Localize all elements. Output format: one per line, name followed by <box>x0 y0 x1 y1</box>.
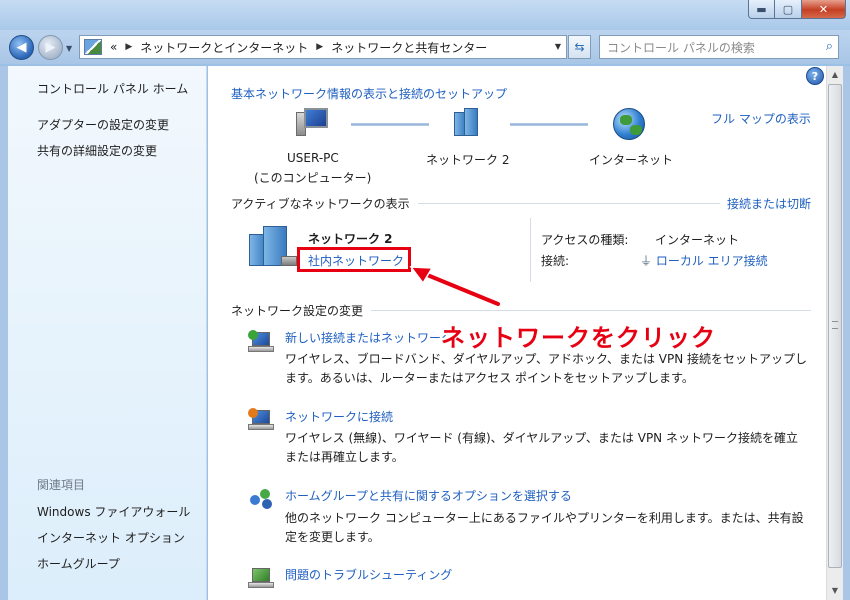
scroll-up-icon[interactable]: ▲ <box>827 66 843 83</box>
sidebar: コントロール パネル ホーム アダプターの設定の変更 共有の詳細設定の変更 関連… <box>8 66 207 600</box>
computer-icon <box>296 108 330 138</box>
network-icon <box>249 226 299 268</box>
chevron-right-icon[interactable]: ▶ <box>316 42 323 52</box>
network-name-map: ネットワーク 2 <box>426 153 510 167</box>
pc-sub: (このコンピューター) <box>254 171 372 185</box>
sidebar-item-homegroup[interactable]: ホームグループ <box>37 555 120 572</box>
divider <box>530 218 531 282</box>
new-connection-icon <box>248 330 274 354</box>
internet-label: インターネット <box>589 153 674 167</box>
sidebar-item-advanced-sharing[interactable]: 共有の詳細設定の変更 <box>37 142 157 159</box>
scroll-down-icon[interactable]: ▼ <box>827 582 843 599</box>
breadcrumb-network-internet[interactable]: ネットワークとインターネット <box>140 39 308 56</box>
arrow-right-icon: ▶ <box>45 40 56 55</box>
ethernet-plug-icon: ⏚ <box>640 254 653 268</box>
help-icon[interactable]: ? <box>806 67 824 85</box>
change-settings-heading: ネットワーク設定の変更 <box>231 304 364 318</box>
close-button[interactable]: ✕ <box>802 0 846 19</box>
window-border-right <box>843 66 850 600</box>
sidebar-item-firewall[interactable]: Windows ファイアウォール <box>37 503 190 520</box>
search-placeholder: コントロール パネルの検索 <box>607 40 755 55</box>
address-bar[interactable]: « ▶ ネットワークとインターネット ▶ ネットワークと共有センター ▼ <box>79 35 567 59</box>
highlight-box <box>297 247 411 272</box>
sidebar-item-adapter-settings[interactable]: アダプターの設定の変更 <box>37 116 169 133</box>
task-new-connection-link[interactable]: 新しい接続またはネットワーク <box>285 329 453 346</box>
task-homegroup-desc: 他のネットワーク コンピューター上にあるファイルやプリンターを利用します。または… <box>285 511 804 544</box>
page-title: 基本ネットワーク情報の表示と接続のセットアップ <box>231 87 508 101</box>
window-controls: ▬ ▢ ✕ <box>748 0 846 19</box>
network-icon <box>452 108 482 138</box>
homegroup-icon <box>248 487 274 511</box>
task-homegroup-link[interactable]: ホームグループと共有に関するオプションを選択する <box>285 487 572 504</box>
pc-name: USER-PC <box>287 151 339 165</box>
troubleshoot-icon <box>248 566 274 590</box>
breadcrumb-sharing-center[interactable]: ネットワークと共有センター <box>331 39 487 56</box>
breadcrumb: « ▶ ネットワークとインターネット ▶ ネットワークと共有センター <box>110 39 487 56</box>
connection-line <box>510 123 588 126</box>
search-icon[interactable]: ⌕ <box>826 39 833 54</box>
connection-line <box>351 123 429 126</box>
active-network-heading: アクティブなネットワークの表示 <box>231 197 410 211</box>
task-new-connection-desc: ワイヤレス、ブロードバンド、ダイヤルアップ、アドホック、または VPN 接続をセ… <box>285 352 808 385</box>
connect-network-icon <box>248 408 274 432</box>
connect-disconnect-link[interactable]: 接続または切断 <box>727 195 811 212</box>
refresh-icon: ⇆ <box>574 40 585 54</box>
sidebar-item-internet-options[interactable]: インターネット オプション <box>37 529 185 546</box>
globe-icon <box>613 108 645 140</box>
forward-button[interactable]: ▶ <box>38 35 63 60</box>
connection-label: 接続: <box>541 254 570 268</box>
scrollbar-thumb[interactable] <box>828 84 842 568</box>
refresh-button[interactable]: ⇆ <box>568 35 591 59</box>
access-type-label: アクセスの種類: <box>541 233 629 247</box>
navigation-bar: ◀ ▶ ▼ « ▶ ネットワークとインターネット ▶ ネットワークと共有センター… <box>0 30 850 64</box>
vertical-scrollbar[interactable]: ▲ ▼ <box>826 66 843 600</box>
active-network-name: ネットワーク 2 <box>308 232 393 246</box>
task-connect-network-link[interactable]: ネットワークに接続 <box>285 408 393 425</box>
access-type-value: インターネット <box>655 233 740 247</box>
divider <box>371 310 811 311</box>
window-border-left <box>0 66 8 600</box>
breadcrumb-overflow[interactable]: « <box>110 40 117 54</box>
maximize-button[interactable]: ▢ <box>775 0 802 19</box>
arrow-left-icon: ◀ <box>16 40 27 55</box>
minimize-button[interactable]: ▬ <box>748 0 775 19</box>
control-panel-icon <box>84 39 102 55</box>
annotation-callout: ネットワークをクリック <box>441 324 716 352</box>
main-content: ? 基本ネットワーク情報の表示と接続のセットアップ フル マップの表示 USER… <box>208 66 826 600</box>
back-button[interactable]: ◀ <box>9 35 34 60</box>
task-troubleshoot-link[interactable]: 問題のトラブルシューティング <box>285 566 452 583</box>
chevron-right-icon[interactable]: ▶ <box>125 42 132 52</box>
divider <box>418 203 720 204</box>
local-area-connection-link[interactable]: ⏚ ローカル エリア接続 <box>640 252 768 269</box>
full-map-link[interactable]: フル マップの表示 <box>711 110 811 127</box>
sidebar-item-control-panel-home[interactable]: コントロール パネル ホーム <box>37 80 188 97</box>
recent-pages-dropdown[interactable]: ▼ <box>66 44 72 53</box>
title-bar: ▬ ▢ ✕ <box>0 0 850 30</box>
search-input[interactable]: コントロール パネルの検索 ⌕ <box>599 35 839 59</box>
chevron-down-icon[interactable]: ▼ <box>555 42 561 51</box>
related-header: 関連項目 <box>37 478 86 492</box>
task-connect-network-desc: ワイヤレス (無線)、ワイヤード (有線)、ダイヤルアップ、または VPN ネッ… <box>285 431 798 464</box>
